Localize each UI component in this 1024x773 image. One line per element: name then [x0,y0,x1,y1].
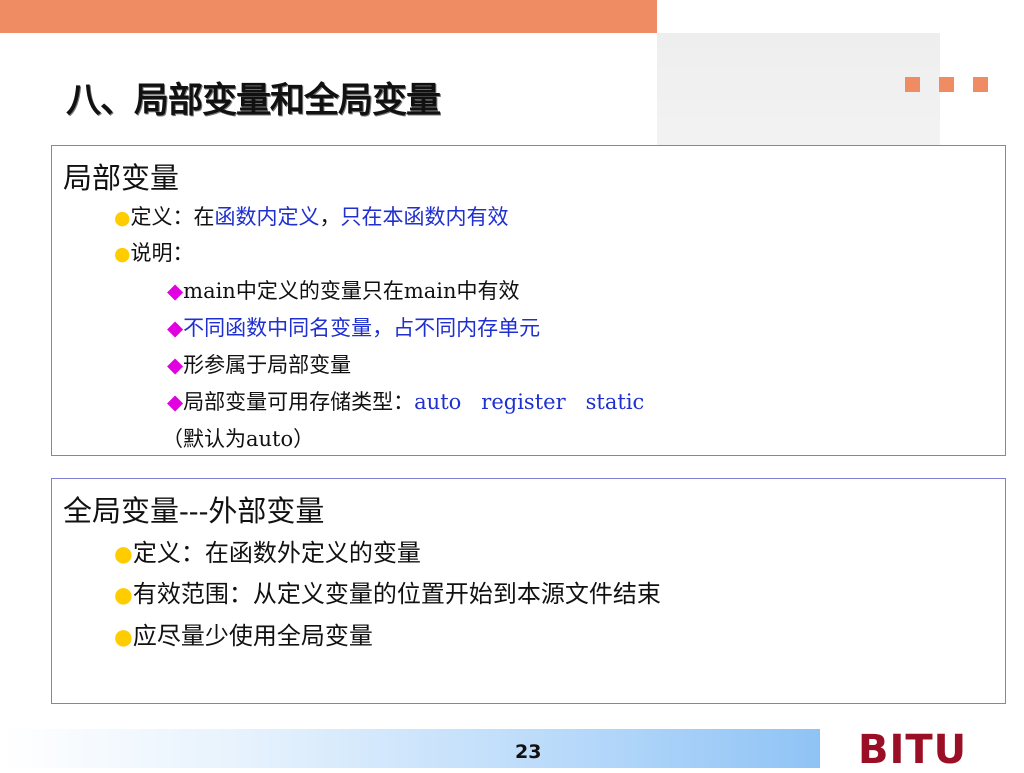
deco-square [973,77,988,92]
diamond-icon: ◆ [167,353,184,377]
bullet-icon: ● [114,625,133,650]
bullet-icon: ● [114,583,133,608]
bullet-icon: ● [114,207,131,229]
deco-square [905,77,920,92]
storage-types-item: ◆局部变量可用存储类型：auto register static [167,390,645,414]
storage-default-note: （默认为auto） [162,427,315,451]
global-item: ●应尽量少使用全局变量 [114,622,373,650]
diamond-icon: ◆ [167,316,184,340]
explanation-item: ●说明： [114,241,194,265]
bullet-icon: ● [114,542,133,567]
page-number: 23 [515,741,542,763]
section1-heading: 局部变量 [63,161,180,195]
diamond-icon: ◆ [167,390,184,414]
explanation-subitem: ◆不同函数中同名变量，占不同内存单元 [167,316,541,340]
global-item: ●定义：在函数外定义的变量 [114,539,421,567]
definition-item: ●定义：在函数内定义，只在本函数内有效 [114,205,509,229]
bitu-logo: BITU [858,727,968,773]
section2-heading: 全局变量---外部变量 [63,494,325,528]
global-variables-box: 全局变量---外部变量 ●定义：在函数外定义的变量 ●有效范围：从定义变量的位置… [51,478,1006,704]
explanation-subitem: ◆main中定义的变量只在main中有效 [167,279,520,303]
decorative-squares [905,77,988,93]
global-item: ●有效范围：从定义变量的位置开始到本源文件结束 [114,580,661,608]
bottom-gradient-bar [0,729,820,768]
diamond-icon: ◆ [167,279,184,303]
local-variables-box: 局部变量 ●定义：在函数内定义，只在本函数内有效 ●说明： ◆main中定义的变… [51,145,1006,456]
top-accent-bar [0,0,657,33]
explanation-subitem: ◆形参属于局部变量 [167,353,352,377]
slide-title: 八、局部变量和全局变量 [66,81,441,121]
bullet-icon: ● [114,243,131,265]
deco-square [939,77,954,92]
